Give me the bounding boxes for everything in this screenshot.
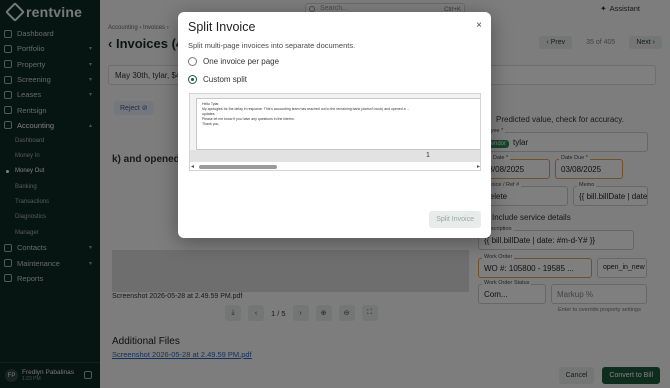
scrollbar-thumb[interactable] [199,165,277,169]
split-invoice-button[interactable]: Split Invoice [429,211,481,228]
close-icon[interactable]: × [476,21,482,31]
option-label: Custom split [203,75,248,84]
page-preview-line: Thank you, [202,122,220,126]
dialog-title: Split Invoice [188,20,256,34]
page-thumbnail[interactable]: Hello Tylar, My apologies for the delay … [196,98,480,150]
split-invoice-dialog: Split Invoice × Split multi-page invoice… [178,12,491,238]
scroll-left-icon[interactable]: ◂ [191,163,194,170]
option-label: One invoice per page [203,57,280,66]
dialog-description: Split multi-page invoices into separate … [188,41,356,50]
scroll-right-icon[interactable]: ▸ [477,163,480,170]
page-number: 1 [426,152,430,159]
horizontal-scrollbar[interactable]: ◂ ▸ [190,162,480,170]
option-one-per-page[interactable]: One invoice per page [188,57,279,66]
page-number-strip [190,150,480,162]
option-custom-split[interactable]: Custom split [188,75,247,84]
radio-one-per-page[interactable] [188,57,197,66]
split-page-viewer[interactable]: Hello Tylar, My apologies for the delay … [189,93,481,171]
radio-custom-split[interactable] [188,75,197,84]
